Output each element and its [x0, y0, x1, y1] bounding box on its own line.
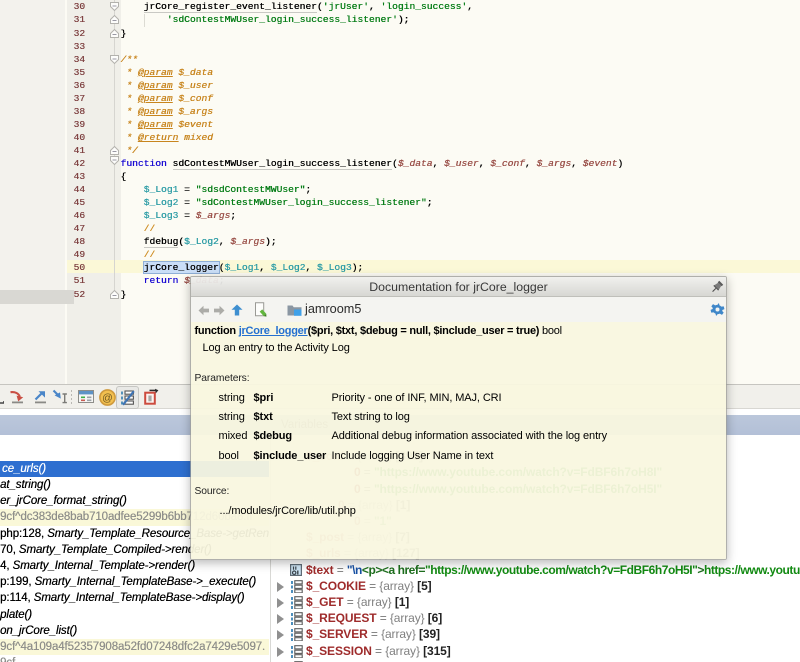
svg-text:@: @	[102, 392, 113, 404]
